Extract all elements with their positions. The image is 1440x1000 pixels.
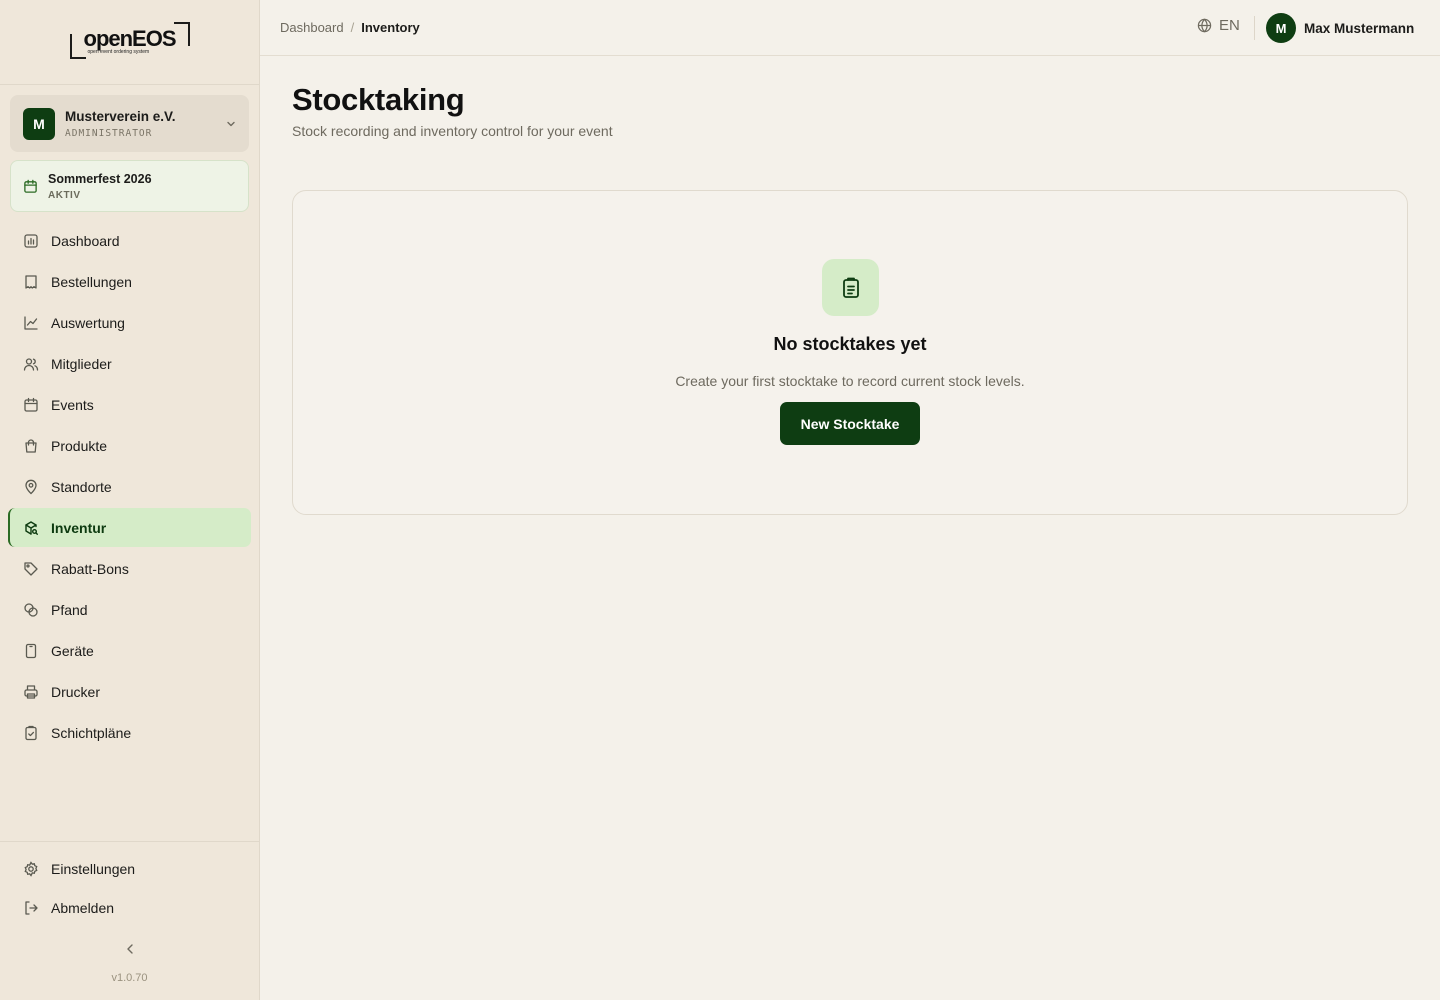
tag-icon bbox=[24, 561, 38, 576]
sidebar-item-label: Auswertung bbox=[51, 314, 125, 331]
settings-label: Einstellungen bbox=[51, 861, 136, 877]
settings-button[interactable]: Einstellungen bbox=[8, 851, 251, 887]
sidebar-item-label: Mitglieder bbox=[51, 355, 112, 372]
user-name: Max Mustermann bbox=[1304, 20, 1415, 36]
language-label: EN bbox=[1219, 17, 1240, 34]
chart-line-icon bbox=[24, 315, 38, 330]
sidebar-item-pfand[interactable]: Pfand bbox=[8, 590, 251, 629]
sidebar-footer: Einstellungen Abmelden v1.0.70 bbox=[0, 841, 259, 1000]
chevron-left-icon bbox=[127, 944, 133, 954]
empty-state-title: No stocktakes yet bbox=[773, 334, 927, 354]
page-subtitle: Stock recording and inventory control fo… bbox=[292, 123, 613, 139]
event-status-badge: AKTIV bbox=[48, 189, 81, 201]
app-version: v1.0.70 bbox=[111, 972, 148, 984]
sidebar: openEOS open event ordering system M Mus… bbox=[0, 0, 260, 1000]
header-divider bbox=[1254, 16, 1255, 40]
logout-label: Abmelden bbox=[51, 900, 115, 916]
clipboard-check-icon bbox=[25, 725, 37, 740]
sidebar-item-auswertung[interactable]: Auswertung bbox=[8, 303, 251, 342]
sidebar-item-label: Drucker bbox=[51, 683, 101, 700]
breadcrumb-current: Inventory bbox=[361, 20, 420, 35]
sidebar-item-label: Dashboard bbox=[51, 232, 120, 249]
sidebar-item-label: Standorte bbox=[51, 478, 112, 495]
logout-icon bbox=[25, 901, 38, 915]
receipt-icon bbox=[25, 274, 37, 289]
logo-tagline: open event ordering system bbox=[87, 49, 150, 55]
dashboard-icon bbox=[24, 233, 38, 248]
empty-state-description: Create your first stocktake to record cu… bbox=[675, 373, 1025, 389]
page-title: Stocktaking bbox=[292, 82, 465, 117]
sidebar-item-standorte[interactable]: Standorte bbox=[8, 467, 251, 506]
sidebar-item-label: Pfand bbox=[51, 601, 88, 618]
sidebar-item-rabatt-bons[interactable]: Rabatt-Bons bbox=[8, 549, 251, 588]
organization-switcher[interactable]: M Musterverein e.V. ADMINISTRATOR bbox=[10, 95, 249, 152]
printer-icon bbox=[24, 684, 38, 699]
sidebar-item-label: Produkte bbox=[51, 437, 108, 454]
sidebar-item-label: Geräte bbox=[51, 642, 94, 659]
top-header: Dashboard / Inventory EN M Max Musterman… bbox=[260, 0, 1440, 56]
collapse-sidebar-button[interactable] bbox=[120, 940, 140, 958]
map-pin-icon bbox=[25, 479, 37, 494]
openeos-logo[interactable]: openEOS open event ordering system bbox=[69, 22, 190, 62]
empty-state-icon-wrap bbox=[822, 259, 879, 316]
sidebar-item-bestellungen[interactable]: Bestellungen bbox=[8, 262, 251, 301]
logo-area: openEOS open event ordering system bbox=[0, 0, 259, 85]
new-stocktake-button[interactable]: New Stocktake bbox=[780, 402, 920, 445]
empty-state-card: No stocktakes yet Create your first stoc… bbox=[292, 190, 1408, 515]
gear-icon bbox=[24, 861, 38, 877]
sidebar-item-dashboard[interactable]: Dashboard bbox=[8, 221, 251, 260]
org-name: Musterverein e.V. bbox=[65, 108, 176, 124]
user-menu[interactable]: M Max Mustermann bbox=[1266, 13, 1414, 43]
globe-icon bbox=[1197, 18, 1212, 33]
logout-button[interactable]: Abmelden bbox=[8, 890, 251, 926]
sidebar-nav: Dashboard Bestellungen Auswertung Mitgli… bbox=[8, 221, 251, 754]
clipboard-list-icon bbox=[842, 277, 859, 298]
active-event-card[interactable]: Sommerfest 2026 AKTIV bbox=[10, 160, 249, 212]
sidebar-item-label: Bestellungen bbox=[51, 273, 132, 290]
sidebar-item-geraete[interactable]: Geräte bbox=[8, 631, 251, 670]
sidebar-item-label: Events bbox=[51, 396, 94, 413]
sidebar-item-produkte[interactable]: Produkte bbox=[8, 426, 251, 465]
sidebar-item-events[interactable]: Events bbox=[8, 385, 251, 424]
org-avatar: M bbox=[23, 107, 55, 140]
event-name: Sommerfest 2026 bbox=[48, 171, 152, 186]
sidebar-item-label: Schichtpläne bbox=[51, 724, 132, 741]
breadcrumb-separator: / bbox=[350, 20, 355, 35]
calendar-icon bbox=[24, 397, 38, 412]
breadcrumb-dashboard-link[interactable]: Dashboard bbox=[280, 20, 344, 35]
sidebar-item-inventur[interactable]: Inventur bbox=[8, 508, 251, 547]
calendar-icon bbox=[24, 179, 37, 193]
sidebar-item-schichtplaene[interactable]: Schichtpläne bbox=[8, 713, 251, 752]
coins-icon bbox=[24, 602, 38, 617]
shopping-bag-icon bbox=[25, 438, 37, 453]
users-icon bbox=[23, 357, 39, 371]
sidebar-item-label: Inventur bbox=[51, 519, 107, 536]
language-switcher[interactable]: EN bbox=[1197, 17, 1240, 34]
user-avatar: M bbox=[1266, 13, 1296, 43]
chevron-down-icon bbox=[227, 121, 235, 126]
org-role: ADMINISTRATOR bbox=[65, 127, 153, 139]
sidebar-item-drucker[interactable]: Drucker bbox=[8, 672, 251, 711]
tablet-icon bbox=[25, 643, 37, 658]
sidebar-item-label: Rabatt-Bons bbox=[51, 560, 129, 577]
sidebar-item-mitglieder[interactable]: Mitglieder bbox=[8, 344, 251, 383]
package-search-icon bbox=[25, 520, 38, 535]
breadcrumb: Dashboard / Inventory bbox=[280, 20, 420, 35]
